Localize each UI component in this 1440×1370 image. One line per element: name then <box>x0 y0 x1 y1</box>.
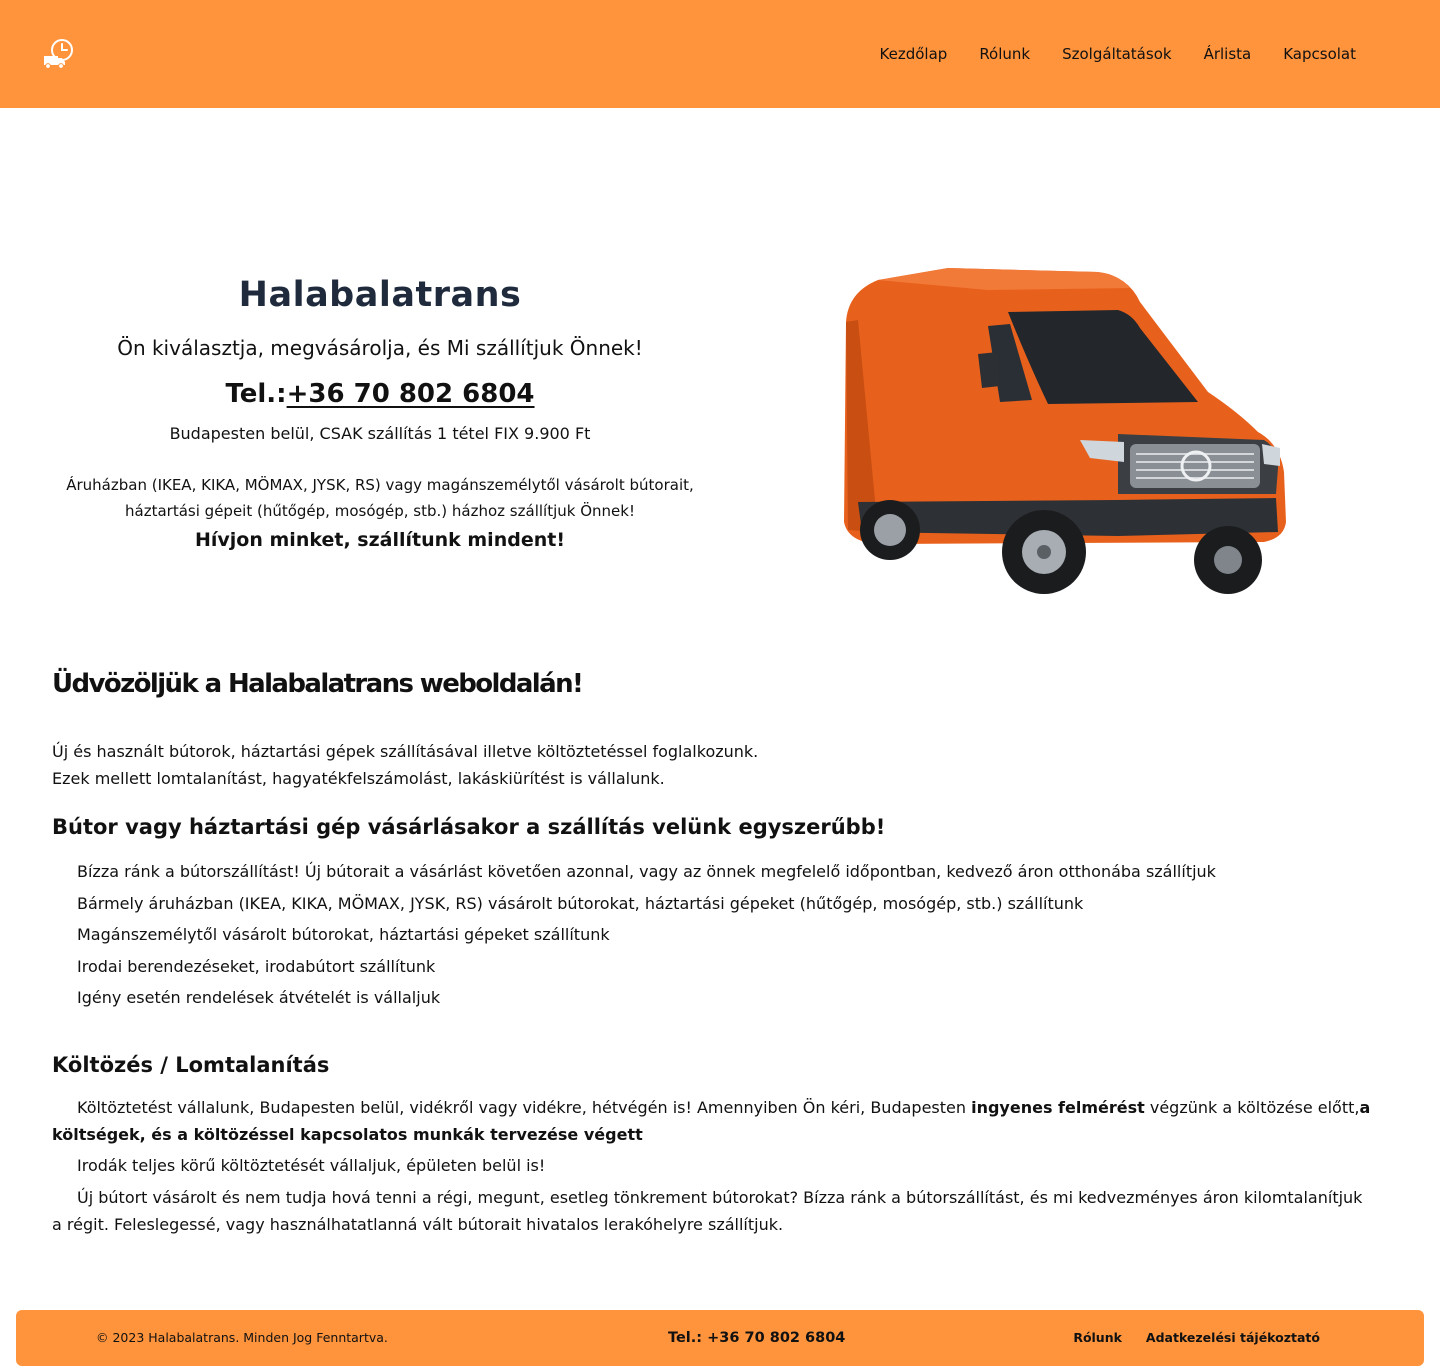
list-item: Bízza ránk a bútorszállítást! Új bútorai… <box>77 862 1216 881</box>
nav-link-pricing[interactable]: Árlista <box>1204 43 1252 65</box>
furniture-heading: Bútor vagy háztartási gép vásárlásakor a… <box>52 815 886 839</box>
list-item: Irodai berendezéseket, irodabútort száll… <box>77 956 436 976</box>
footer-phone[interactable]: Tel.: +36 70 802 6804 <box>668 1327 845 1349</box>
nav-link-home[interactable]: Kezdőlap <box>880 43 948 65</box>
list-item: Irodák teljes körű költöztetését vállalj… <box>77 1156 546 1175</box>
nav-link-services[interactable]: Szolgáltatások <box>1062 43 1171 65</box>
moving-bold-survey: ingyenes felmérést <box>971 1097 1145 1117</box>
intro-text: Új és használt bútorok, háztartási gépek… <box>52 738 1372 792</box>
moving-heading: Költözés / Lomtalanítás <box>52 1052 330 1077</box>
main-nav: Kezdőlap Rólunk Szolgáltatások Árlista K… <box>880 43 1356 65</box>
nav-link-about[interactable]: Rólunk <box>979 43 1030 65</box>
nav-link-contact[interactable]: Kapcsolat <box>1283 43 1356 65</box>
hero-phone-link[interactable]: +36 70 802 6804 <box>287 379 535 409</box>
hero-title: Halabalatrans <box>238 275 522 315</box>
delivery-truck-clock-icon[interactable] <box>42 38 76 70</box>
moving-text-1a: Költöztetést vállalunk, Budapesten belül… <box>77 1097 972 1117</box>
hero-cta: Hívjon minket, szállítunk mindent! <box>195 529 565 551</box>
footer-links: Rólunk Adatkezelési tájékoztató <box>1073 1329 1320 1347</box>
moving-text-1b: végzünk a költözése előtt, <box>1144 1097 1360 1117</box>
main-content: Üdvözöljük a Halabalatrans weboldalán! Ú… <box>52 664 1372 1242</box>
hero-section: Halabalatrans Ön kiválasztja, megvásárol… <box>40 272 720 554</box>
hero-desc-line-2: háztartási gépeit (hűtőgép, mosógép, stb… <box>125 502 635 520</box>
intro-line-1: Új és használt bútorok, háztartási gépek… <box>52 742 759 761</box>
hero-subtitle: Ön kiválasztja, megvásárolja, és Mi szál… <box>117 336 643 360</box>
list-item: Költöztetést vállalunk, Budapesten belül… <box>52 1094 1372 1148</box>
footer-link-privacy[interactable]: Adatkezelési tájékoztató <box>1146 1329 1320 1347</box>
list-item: Új bútort vásárolt és nem tudja hová ten… <box>52 1187 1363 1234</box>
van-image <box>844 268 1286 594</box>
hero-phone: Tel.:+36 70 802 6804 <box>40 376 720 412</box>
intro-line-2: Ezek mellett lomtalanítást, hagyatékfels… <box>52 769 665 788</box>
list-item: Magánszemélytől vásárolt bútorokat, házt… <box>77 925 610 944</box>
copyright-text: © 2023 Halabalatrans. Minden Jog Fenntar… <box>96 1330 388 1345</box>
welcome-heading: Üdvözöljük a Halabalatrans weboldalán! <box>52 669 584 699</box>
furniture-list: Bízza ránk a bútorszállítást! Új bútorai… <box>52 856 1372 1014</box>
site-header: Kezdőlap Rólunk Szolgáltatások Árlista K… <box>0 0 1440 108</box>
moving-list: Költöztetést vállalunk, Budapesten belül… <box>52 1094 1372 1238</box>
hero-desc-line-1: Áruházban (IKEA, KIKA, MÖMAX, JYSK, RS) … <box>66 476 694 494</box>
hero-price: Budapesten belül, CSAK szállítás 1 tétel… <box>169 424 591 443</box>
hero-phone-prefix: Tel.: <box>225 379 287 409</box>
hero-description: Áruházban (IKEA, KIKA, MÖMAX, JYSK, RS) … <box>40 472 720 524</box>
list-item: Bármely áruházban (IKEA, KIKA, MÖMAX, JY… <box>77 893 1084 913</box>
list-item: Igény esetén rendelések átvételét is vál… <box>77 988 441 1007</box>
site-footer: © 2023 Halabalatrans. Minden Jog Fenntar… <box>16 1310 1424 1366</box>
footer-link-about[interactable]: Rólunk <box>1073 1329 1122 1347</box>
